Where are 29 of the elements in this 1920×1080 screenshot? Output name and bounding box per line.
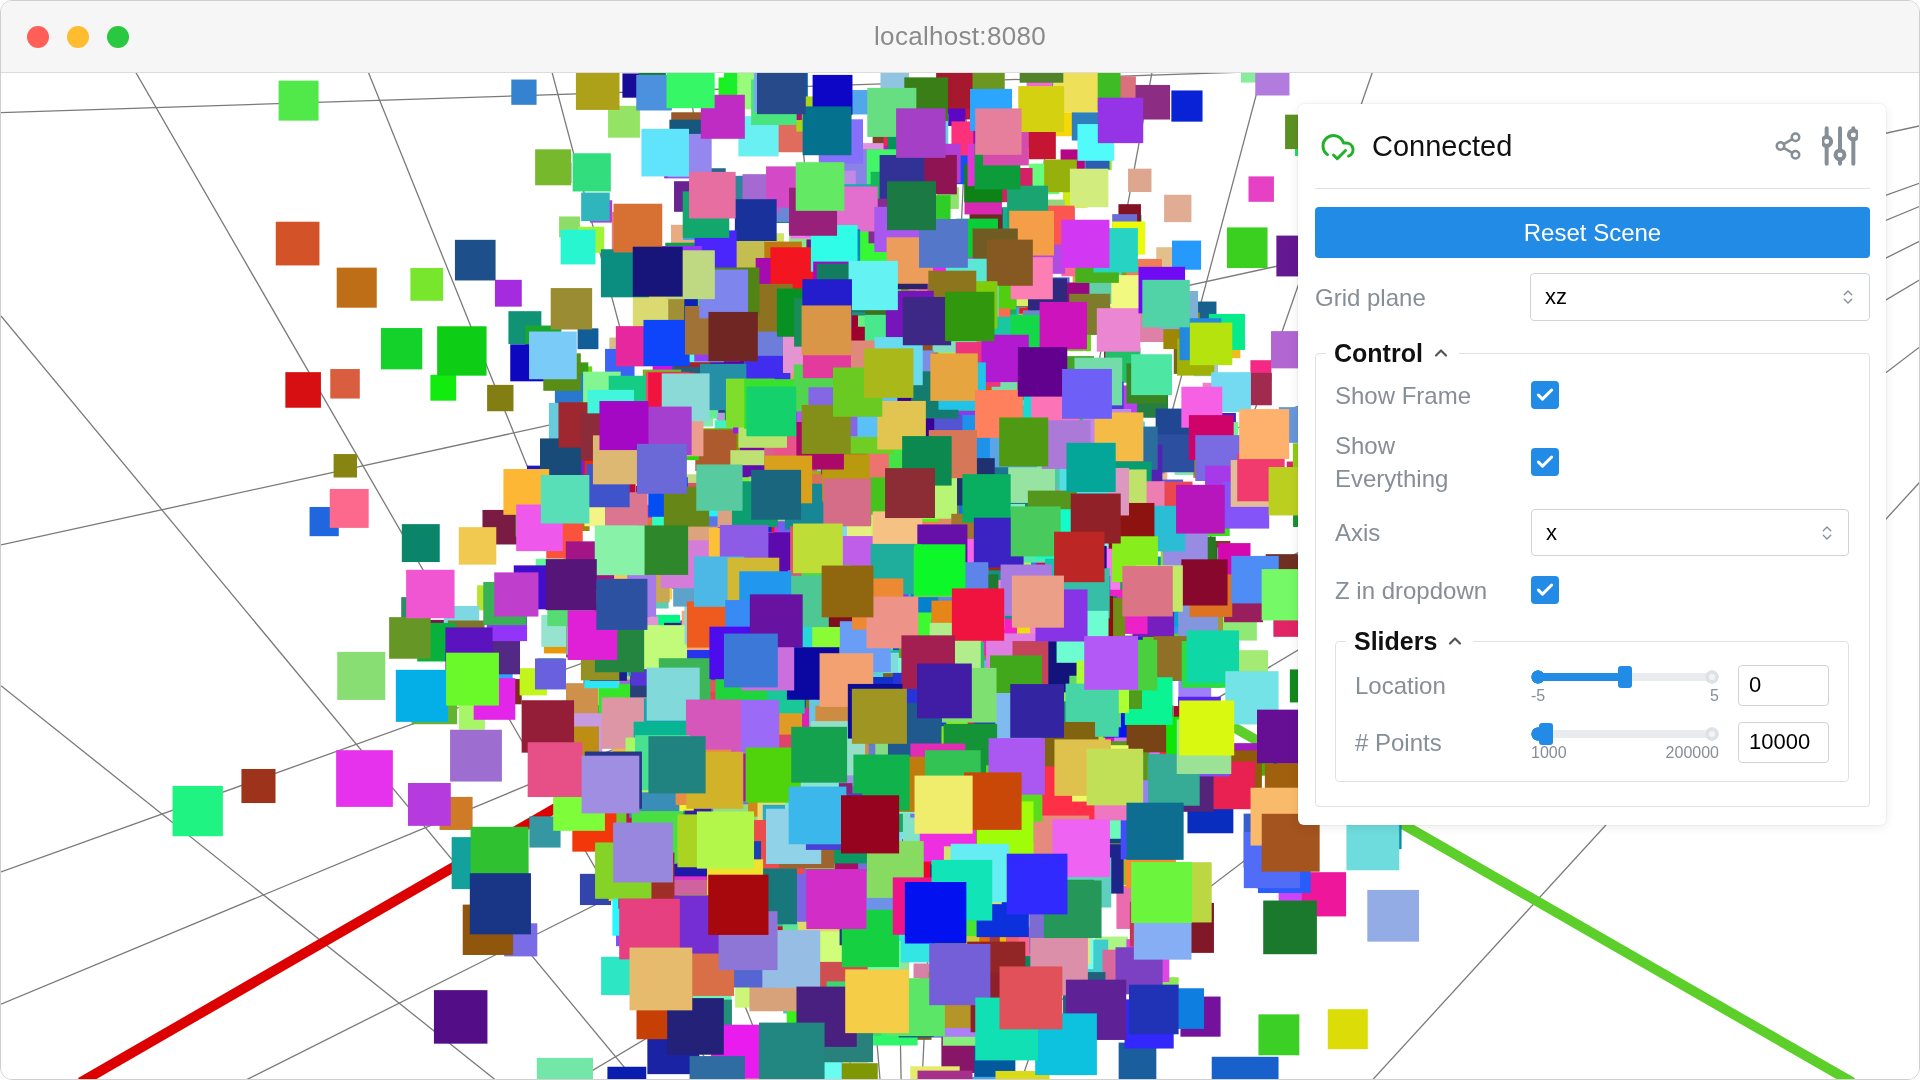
connection-status: Connected [1372, 129, 1514, 163]
slider-thumb[interactable] [1618, 665, 1632, 688]
field-label: Show Frame [1335, 380, 1473, 411]
slider-thumb[interactable] [1538, 722, 1553, 745]
section-toggle[interactable]: Control [1334, 336, 1451, 370]
field-label: Axis [1335, 518, 1382, 548]
window-title: localhost:8080 [874, 21, 1046, 52]
slider-max-label: 5 [1710, 686, 1719, 705]
field-label: Grid plane [1315, 282, 1427, 313]
checkbox[interactable] [1531, 381, 1559, 409]
checkbox[interactable] [1531, 576, 1559, 604]
slider-min-label: -5 [1531, 686, 1546, 705]
field-label: Z in dropdown [1335, 575, 1489, 606]
sliders-icon[interactable] [1822, 126, 1858, 166]
number-input[interactable]: 10000 [1738, 721, 1829, 763]
number-input[interactable]: 0 [1738, 664, 1829, 706]
reset-scene-button[interactable]: Reset Scene [1315, 207, 1870, 258]
slider-max-label: 200000 [1665, 743, 1719, 762]
field-label: Location [1355, 670, 1447, 701]
field-label: Show Everything [1335, 431, 1450, 494]
window-close-button[interactable] [27, 25, 49, 48]
section-toggle[interactable]: Sliders [1354, 624, 1466, 658]
slider-min-label: 1000 [1531, 743, 1567, 762]
window-zoom-button[interactable] [107, 25, 129, 48]
select-field[interactable]: x [1531, 509, 1849, 556]
share-icon[interactable] [1773, 131, 1803, 161]
checkbox[interactable] [1531, 448, 1559, 476]
select-field[interactable]: xz [1530, 273, 1870, 321]
field-label: # Points [1355, 727, 1443, 758]
